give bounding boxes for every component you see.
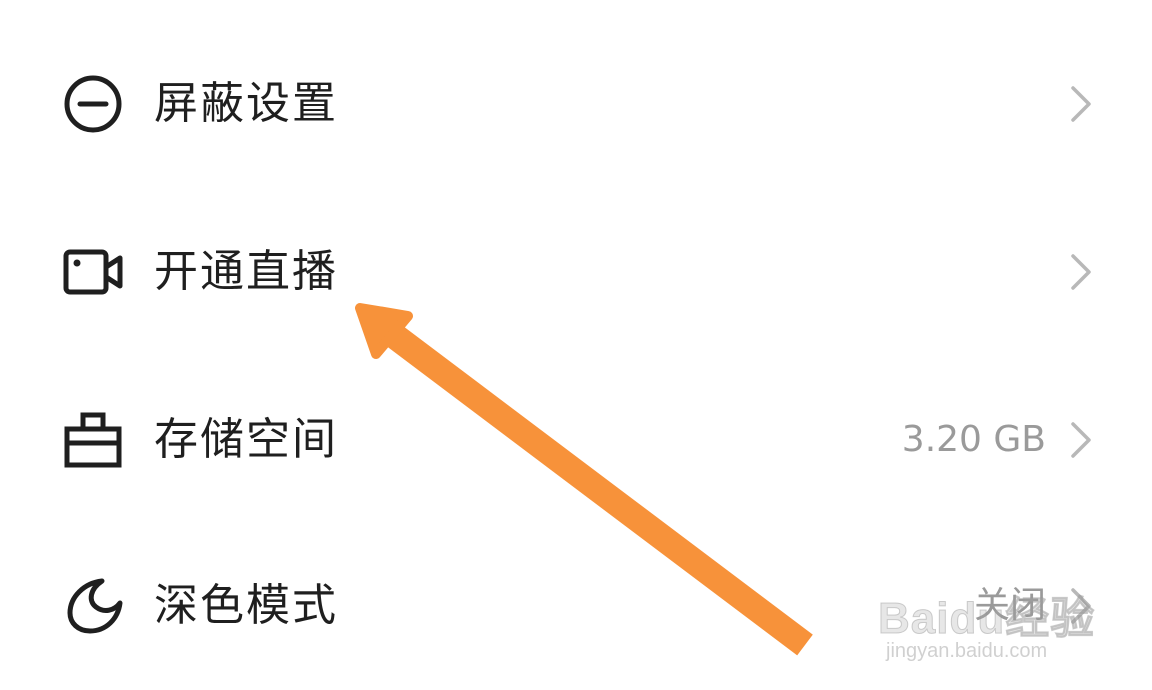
block-icon bbox=[62, 73, 124, 135]
settings-item-storage[interactable]: 存储空间 3.20 GB bbox=[0, 380, 1152, 500]
settings-item-live[interactable]: 开通直播 bbox=[0, 212, 1152, 332]
chevron-right-icon bbox=[1066, 82, 1096, 126]
moon-icon bbox=[62, 575, 124, 637]
settings-item-label: 屏蔽设置 bbox=[154, 78, 338, 129]
settings-screen: 屏蔽设置 开通直播 存储空间 3.20 GB 深色模式 关闭 Baidu经验 j… bbox=[0, 0, 1152, 690]
settings-item-dark-mode[interactable]: 深色模式 关闭 bbox=[0, 546, 1152, 666]
storage-size-value: 3.20 GB bbox=[901, 419, 1046, 460]
chevron-right-icon bbox=[1066, 584, 1096, 628]
settings-item-label: 存储空间 bbox=[154, 414, 338, 465]
settings-item-label: 深色模式 bbox=[154, 580, 338, 631]
storage-box-icon bbox=[62, 409, 124, 471]
chevron-right-icon bbox=[1066, 250, 1096, 294]
dark-mode-status-value: 关闭 bbox=[973, 585, 1046, 626]
video-camera-icon bbox=[62, 241, 124, 303]
settings-item-label: 开通直播 bbox=[154, 246, 338, 297]
settings-item-block[interactable]: 屏蔽设置 bbox=[0, 44, 1152, 164]
chevron-right-icon bbox=[1066, 418, 1096, 462]
